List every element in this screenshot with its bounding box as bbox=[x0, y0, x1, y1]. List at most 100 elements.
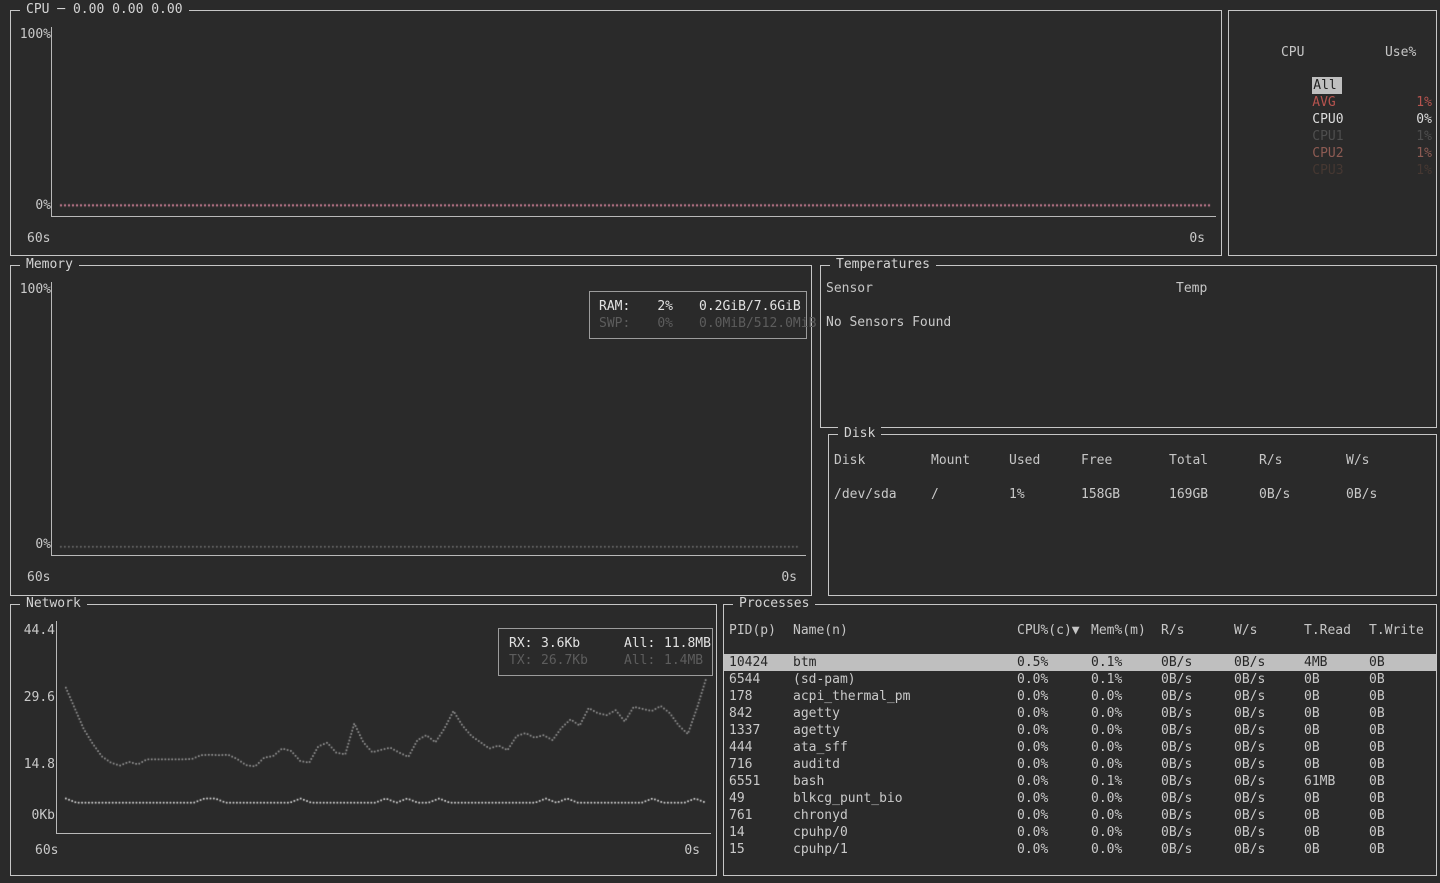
process-pid: 6551 bbox=[729, 773, 793, 790]
process-row[interactable]: 1337agetty0.0%0.0%0B/s0B/s0B0B bbox=[724, 722, 1436, 739]
cpu-legend-row[interactable]: CPU21% bbox=[1229, 128, 1436, 145]
swap-label: SWP: bbox=[599, 315, 641, 332]
process-row[interactable]: 14cpuhp/00.0%0.0%0B/s0B/s0B0B bbox=[724, 824, 1436, 841]
process-header-pid[interactable]: PID(p) bbox=[729, 622, 793, 639]
memory-x-left-label: 60s bbox=[27, 571, 50, 585]
process-total-write: 0B bbox=[1369, 739, 1385, 756]
process-cpu-percent: 0.5% bbox=[1017, 654, 1091, 671]
process-row[interactable]: 716auditd0.0%0.0%0B/s0B/s0B0B bbox=[724, 756, 1436, 773]
process-total-read: 0B bbox=[1304, 739, 1369, 756]
process-mem-percent: 0.1% bbox=[1091, 654, 1161, 671]
process-read-rate: 0B/s bbox=[1161, 705, 1234, 722]
memory-panel-title: Memory bbox=[20, 257, 79, 272]
process-write-rate: 0B/s bbox=[1234, 739, 1304, 756]
swap-legend-row: SWP:0%0.0MiB/512.0MiB bbox=[599, 315, 806, 332]
process-write-rate: 0B/s bbox=[1234, 841, 1304, 858]
process-header-tread[interactable]: T.Read bbox=[1304, 622, 1369, 639]
process-write-rate: 0B/s bbox=[1234, 671, 1304, 688]
process-mem-percent: 0.0% bbox=[1091, 841, 1161, 858]
process-row[interactable]: 178acpi_thermal_pm0.0%0.0%0B/s0B/s0B0B bbox=[724, 688, 1436, 705]
process-name: (sd-pam) bbox=[793, 671, 1017, 688]
disk-row[interactable]: /dev/sda/1%158GB169GB0B/s0B/s bbox=[829, 486, 1436, 503]
process-row[interactable]: 6544(sd-pam)0.0%0.1%0B/s0B/s0B0B bbox=[724, 671, 1436, 688]
network-y-label-3: 44.4 bbox=[13, 624, 55, 638]
disk-free: 158GB bbox=[1081, 486, 1169, 503]
process-header-cpu-sort[interactable]: CPU%(c)▼ bbox=[1017, 622, 1091, 639]
disk-header-mount[interactable]: Mount bbox=[931, 452, 1009, 469]
process-name: bash bbox=[793, 773, 1017, 790]
process-cpu-percent: 0.0% bbox=[1017, 722, 1091, 739]
cpu-legend-header-use[interactable]: Use% bbox=[1385, 44, 1416, 61]
process-row[interactable]: 15cpuhp/10.0%0.0%0B/s0B/s0B0B bbox=[724, 841, 1436, 858]
cpu-panel-title: CPU ─ 0.00 0.00 0.00 bbox=[20, 2, 189, 17]
tx-legend-row: TX:26.7KbAll:1.4MB bbox=[509, 652, 712, 669]
process-write-rate: 0B/s bbox=[1234, 773, 1304, 790]
process-write-rate: 0B/s bbox=[1234, 790, 1304, 807]
network-y-label-1: 14.8 bbox=[13, 758, 55, 772]
disk-mount: / bbox=[931, 486, 1009, 503]
disk-header-used[interactable]: Used bbox=[1009, 452, 1081, 469]
process-total-write: 0B bbox=[1369, 654, 1385, 671]
cpu-legend-row[interactable]: CPU31% bbox=[1229, 145, 1436, 162]
process-header-ws[interactable]: W/s bbox=[1234, 622, 1304, 639]
process-mem-percent: 0.0% bbox=[1091, 739, 1161, 756]
rx-all-label: All: bbox=[624, 635, 664, 652]
network-y-label-2: 29.6 bbox=[13, 691, 55, 705]
sensor-column-header[interactable]: Sensor bbox=[826, 282, 873, 296]
cpu-chart-panel: CPU ─ 0.00 0.00 0.00 100% 0% 60s 0s bbox=[10, 10, 1222, 256]
process-total-read: 0B bbox=[1304, 807, 1369, 824]
process-row[interactable]: 842agetty0.0%0.0%0B/s0B/s0B0B bbox=[724, 705, 1436, 722]
process-row[interactable]: 761chronyd0.0%0.0%0B/s0B/s0B0B bbox=[724, 807, 1436, 824]
cpu-legend-row[interactable]: CPU00% bbox=[1229, 94, 1436, 111]
process-row[interactable]: 6551bash0.0%0.1%0B/s0B/s61MB0B bbox=[724, 773, 1436, 790]
process-header-mem[interactable]: Mem%(m) bbox=[1091, 622, 1161, 639]
process-row[interactable]: 10424btm0.5%0.1%0B/s0B/s4MB0B bbox=[724, 654, 1436, 671]
cpu-legend-header-cpu[interactable]: CPU bbox=[1281, 44, 1385, 61]
process-header-name[interactable]: Name(n) bbox=[793, 622, 1017, 639]
process-pid: 6544 bbox=[729, 671, 793, 688]
process-header-rs[interactable]: R/s bbox=[1161, 622, 1234, 639]
process-mem-percent: 0.0% bbox=[1091, 722, 1161, 739]
process-cpu-percent: 0.0% bbox=[1017, 773, 1091, 790]
process-cpu-percent: 0.0% bbox=[1017, 705, 1091, 722]
process-total-write: 0B bbox=[1369, 790, 1385, 807]
process-mem-percent: 0.0% bbox=[1091, 688, 1161, 705]
tx-rate: 26.7Kb bbox=[541, 653, 588, 668]
disk-header-disk[interactable]: Disk bbox=[834, 452, 931, 469]
cpu-core-usage: 1% bbox=[1416, 162, 1432, 179]
cpu-legend-row[interactable]: All bbox=[1229, 60, 1436, 77]
process-total-write: 0B bbox=[1369, 841, 1385, 858]
process-pid: 444 bbox=[729, 739, 793, 756]
process-pid: 178 bbox=[729, 688, 793, 705]
process-table-rows: 10424btm0.5%0.1%0B/s0B/s4MB0B 6544(sd-pa… bbox=[724, 654, 1436, 858]
process-read-rate: 0B/s bbox=[1161, 654, 1234, 671]
disk-header-total[interactable]: Total bbox=[1169, 452, 1259, 469]
process-write-rate: 0B/s bbox=[1234, 807, 1304, 824]
cpu-x-right-label: 0s bbox=[1189, 232, 1205, 246]
process-mem-percent: 0.0% bbox=[1091, 756, 1161, 773]
temp-column-header[interactable]: Temp bbox=[1176, 282, 1207, 296]
disk-header-rs[interactable]: R/s bbox=[1259, 452, 1346, 469]
cpu-y-max-label: 100% bbox=[13, 28, 51, 42]
process-row[interactable]: 444ata_sff0.0%0.0%0B/s0B/s0B0B bbox=[724, 739, 1436, 756]
process-mem-percent: 0.1% bbox=[1091, 671, 1161, 688]
cpu-legend-row[interactable]: CPU11% bbox=[1229, 111, 1436, 128]
process-name: ata_sff bbox=[793, 739, 1017, 756]
process-row[interactable]: 49blkcg_punt_bio0.0%0.0%0B/s0B/s0B0B bbox=[724, 790, 1436, 807]
network-x-left-label: 60s bbox=[35, 844, 58, 858]
process-pid: 842 bbox=[729, 705, 793, 722]
rx-label: RX: bbox=[509, 635, 541, 652]
memory-y-max-label: 100% bbox=[13, 283, 51, 297]
tx-all-label: All: bbox=[624, 652, 664, 669]
disk-header-ws[interactable]: W/s bbox=[1346, 452, 1369, 469]
process-mem-percent: 0.0% bbox=[1091, 824, 1161, 841]
process-pid: 14 bbox=[729, 824, 793, 841]
process-write-rate: 0B/s bbox=[1234, 722, 1304, 739]
process-name: chronyd bbox=[793, 807, 1017, 824]
process-pid: 1337 bbox=[729, 722, 793, 739]
disk-header-free[interactable]: Free bbox=[1081, 452, 1169, 469]
process-header-twrite[interactable]: T.Write bbox=[1369, 622, 1424, 639]
cpu-legend-row[interactable]: AVG1% bbox=[1229, 77, 1436, 94]
process-write-rate: 0B/s bbox=[1234, 705, 1304, 722]
process-write-rate: 0B/s bbox=[1234, 824, 1304, 841]
